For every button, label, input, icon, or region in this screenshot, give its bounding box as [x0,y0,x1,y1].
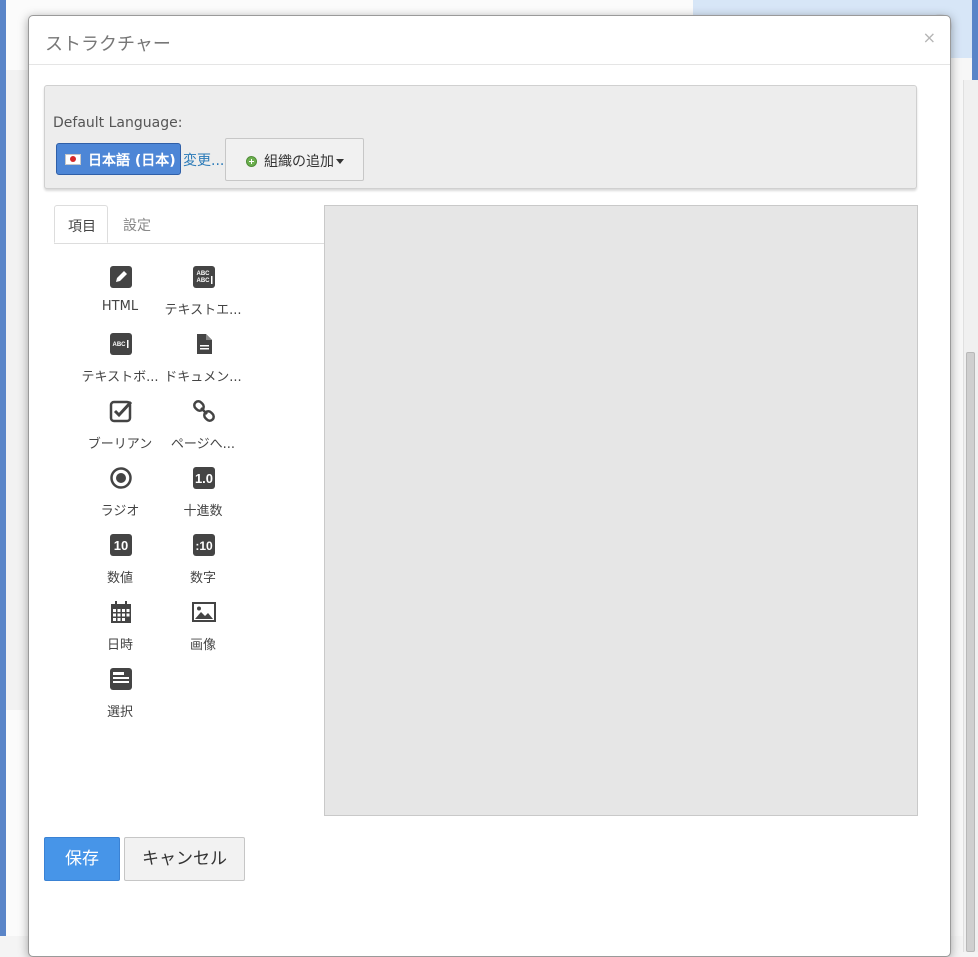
save-button[interactable]: 保存 [44,837,120,881]
tab-settings-label: 設定 [123,218,151,234]
structure-canvas[interactable] [324,205,918,816]
palette-item-label: HTML [101,299,139,314]
tab-fields-label: 項目 [68,219,96,235]
palette-item-label: 数値 [106,571,133,586]
palette-item-text-box[interactable]: ABC テキストボ... [78,332,162,392]
tab-fields[interactable]: 項目 [54,205,108,243]
cancel-button[interactable]: キャンセル [124,837,245,881]
palette-item-label: 選択 [106,705,133,720]
number-icon-glyph: 10 [114,538,128,553]
palette-item-link-to-page[interactable]: ページへ... [161,399,245,459]
select-icon [110,668,132,690]
default-language-label: Default Language: [53,115,183,131]
palette-item-label: ラジオ [100,504,140,519]
change-language-link[interactable]: 変更... [183,150,224,170]
japan-flag-icon [65,154,81,165]
document-icon [197,334,212,354]
palette-item-radio[interactable]: ラジオ [78,466,162,526]
palette-item-image[interactable]: 画像 [161,600,245,660]
decimal-icon-glyph: 1.0 [195,471,213,486]
current-language-label: 日本語 (日本) [88,153,176,169]
palette-item-decimal[interactable]: 1.0 十進数 [161,466,245,526]
caret-down-icon [336,159,344,164]
palette-item-label: ページへ... [170,437,236,452]
close-icon[interactable]: × [923,28,936,47]
palette-item-select[interactable]: 選択 [78,667,162,727]
palette-item-label: 画像 [189,638,216,653]
palette-item-boolean[interactable]: ブーリアン [78,399,162,459]
dialog-scrollbar[interactable] [963,80,978,952]
palette-item-date[interactable]: 日時 [78,600,162,660]
decimal-icon: 1.0 [193,467,215,489]
add-organization-button[interactable]: 組織の追加 [225,138,364,181]
palette-item-label: ブーリアン [87,437,153,452]
radio-icon [110,467,132,489]
palette-item-html[interactable]: HTML [78,265,162,325]
palette-item-integer[interactable]: :10 数字 [161,533,245,593]
add-organization-label: 組織の追加 [264,154,334,170]
text-area-icon: ABC ABC [193,266,215,288]
svg-text:ABC: ABC [197,278,211,284]
palette-item-label: 日時 [106,638,133,653]
scrollbar-thumb[interactable] [966,352,975,952]
add-circle-icon [246,156,257,167]
dialog-header: ストラクチャー × [29,16,950,65]
palette-item-label: テキストエ... [164,303,242,318]
svg-text:ABC: ABC [113,342,127,348]
palette-item-label: 数字 [189,571,216,586]
number-icon: 10 [110,534,132,556]
palette-item-label: テキストボ... [81,370,159,385]
image-icon [192,602,216,622]
field-tabs: 項目 設定 [54,205,324,244]
dialog-title: ストラクチャー [45,34,171,55]
palette-item-document[interactable]: ドキュメン... [161,332,245,392]
background-sidebar [6,70,29,710]
checkbox-icon [109,400,133,423]
palette-item-label: 十進数 [183,504,223,519]
link-icon [193,400,215,422]
current-language-button[interactable]: 日本語 (日本) [56,143,181,175]
integer-icon: :10 [193,534,215,556]
window-frame-left [0,0,6,936]
language-panel: Default Language: 日本語 (日本) 変更... 組織の追加 [44,85,917,189]
tab-settings[interactable]: 設定 [110,205,166,243]
integer-icon-glyph: :10 [195,539,213,553]
palette-item-number[interactable]: 10 数値 [78,533,162,593]
palette-item-text-area[interactable]: ABC ABC テキストエ... [161,265,245,325]
palette-item-label: ドキュメン... [164,370,242,385]
text-box-icon: ABC [110,333,132,355]
pencil-icon [110,266,132,288]
calendar-icon [111,601,131,623]
svg-text:ABC: ABC [197,271,211,277]
